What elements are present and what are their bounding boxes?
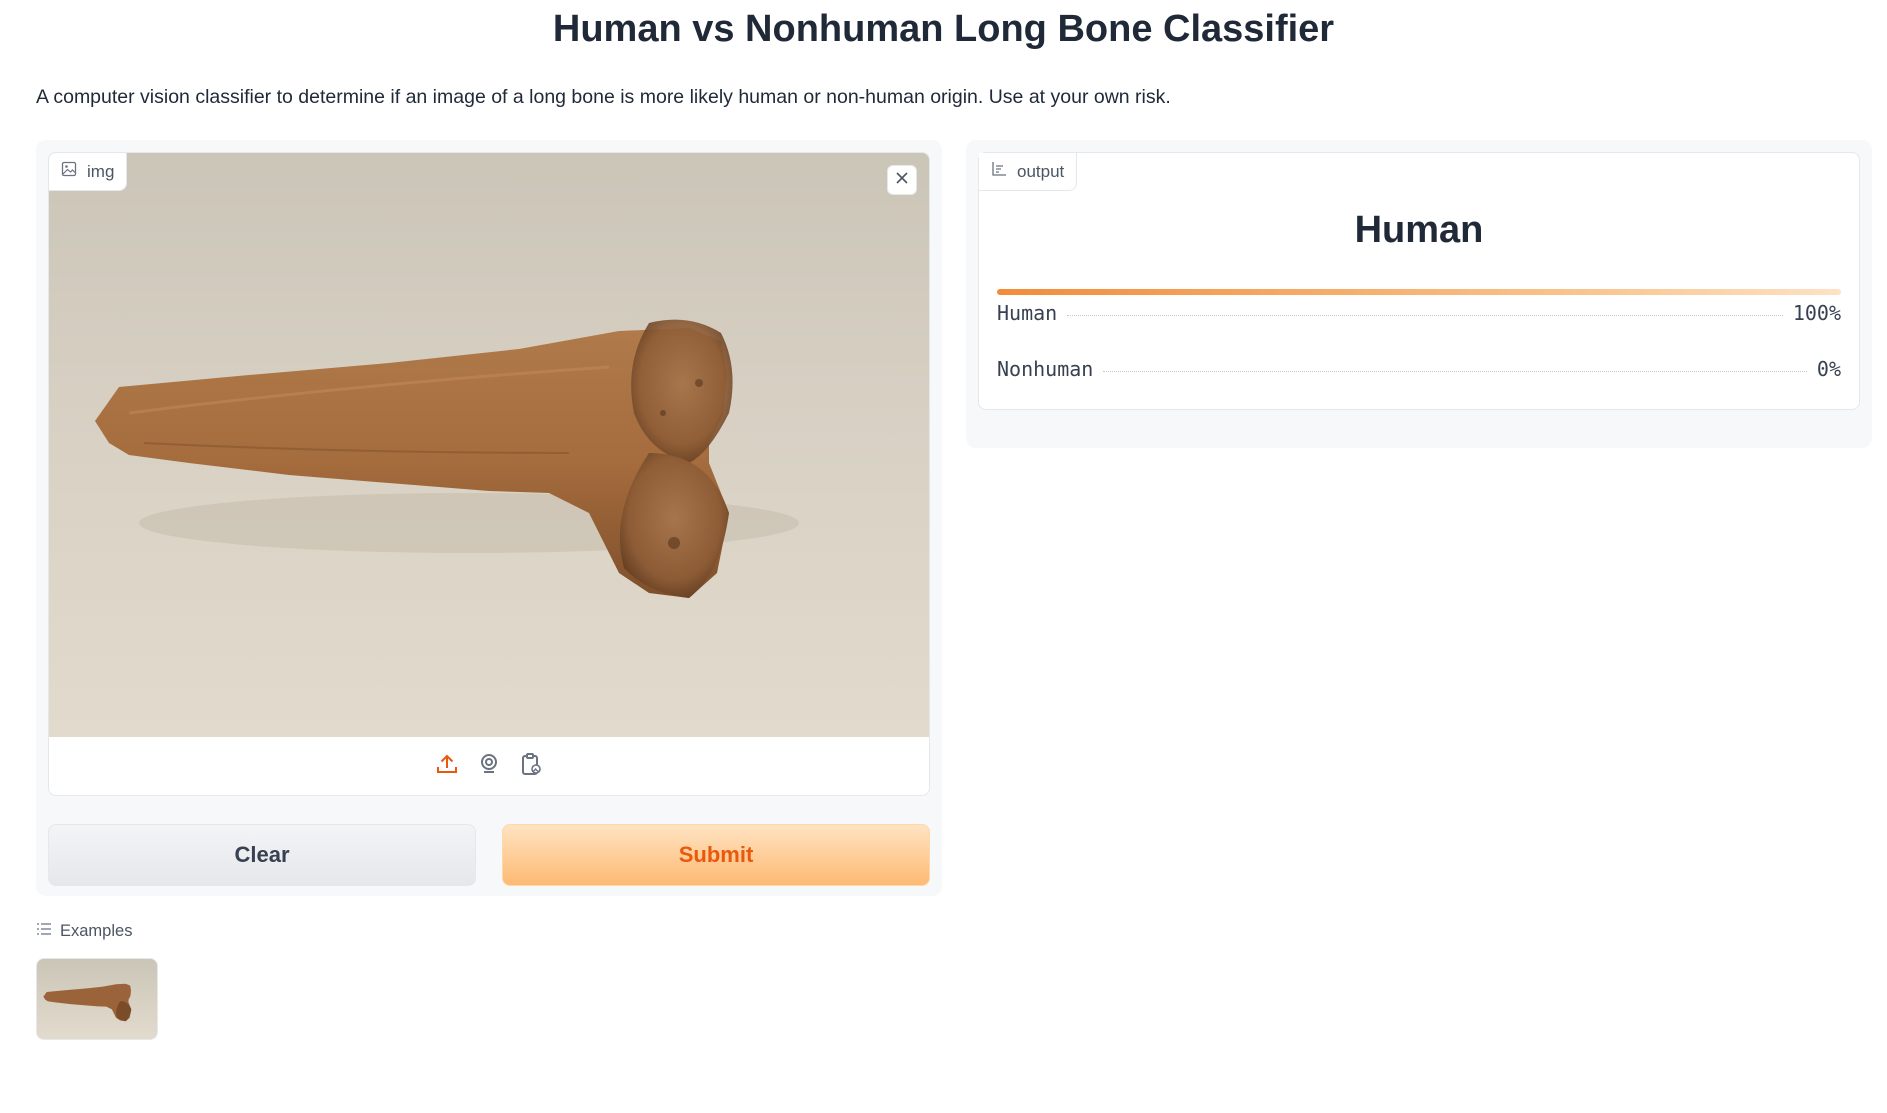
page-description: A computer vision classifier to determin…	[36, 86, 1171, 108]
output-label-text: output	[1017, 161, 1065, 181]
example-bone-image	[43, 983, 132, 1022]
paste-clipboard-button[interactable]	[517, 752, 545, 780]
label-output: output Human Human 100% Nonhuman 0%	[978, 152, 1860, 410]
output-panel: output Human Human 100% Nonhuman 0%	[966, 140, 1872, 448]
confidence-bar-fill	[997, 289, 1841, 295]
confidence-bar	[997, 289, 1841, 295]
close-icon	[895, 171, 909, 190]
submit-button[interactable]: Submit	[502, 824, 930, 886]
examples-header: Examples	[36, 922, 132, 941]
example-thumbnail[interactable]	[36, 958, 158, 1040]
bar-chart-icon	[991, 161, 1007, 182]
clipboard-icon	[519, 752, 543, 781]
dotted-leader	[1067, 315, 1783, 316]
output-label: output	[979, 153, 1078, 191]
clear-button[interactable]: Clear	[48, 824, 476, 886]
page-title: Human vs Nonhuman Long Bone Classifier	[552, 8, 1335, 50]
image-input[interactable]: img	[48, 152, 930, 796]
image-icon	[61, 161, 77, 182]
input-panel: img Clear Submit	[36, 140, 942, 896]
confidence-value: 100%	[1792, 301, 1841, 325]
image-input-label: img	[49, 153, 128, 191]
list-icon	[36, 922, 52, 941]
uploaded-image	[49, 153, 929, 737]
dotted-leader	[1103, 371, 1807, 372]
confidence-label: Nonhuman	[997, 357, 1094, 381]
confidence-bar	[997, 345, 1841, 351]
image-source-bar	[49, 737, 929, 795]
webcam-button[interactable]	[475, 752, 503, 780]
confidence-label: Human	[997, 301, 1058, 325]
webcam-icon	[477, 752, 501, 781]
examples-label: Examples	[60, 922, 133, 940]
predicted-label: Human	[1354, 209, 1484, 251]
confidence-value: 0%	[1816, 357, 1841, 381]
bone-image	[95, 319, 799, 598]
upload-icon	[435, 752, 459, 781]
image-input-label-text: img	[87, 161, 115, 181]
upload-button[interactable]	[433, 752, 461, 780]
clear-image-button[interactable]	[887, 165, 917, 195]
